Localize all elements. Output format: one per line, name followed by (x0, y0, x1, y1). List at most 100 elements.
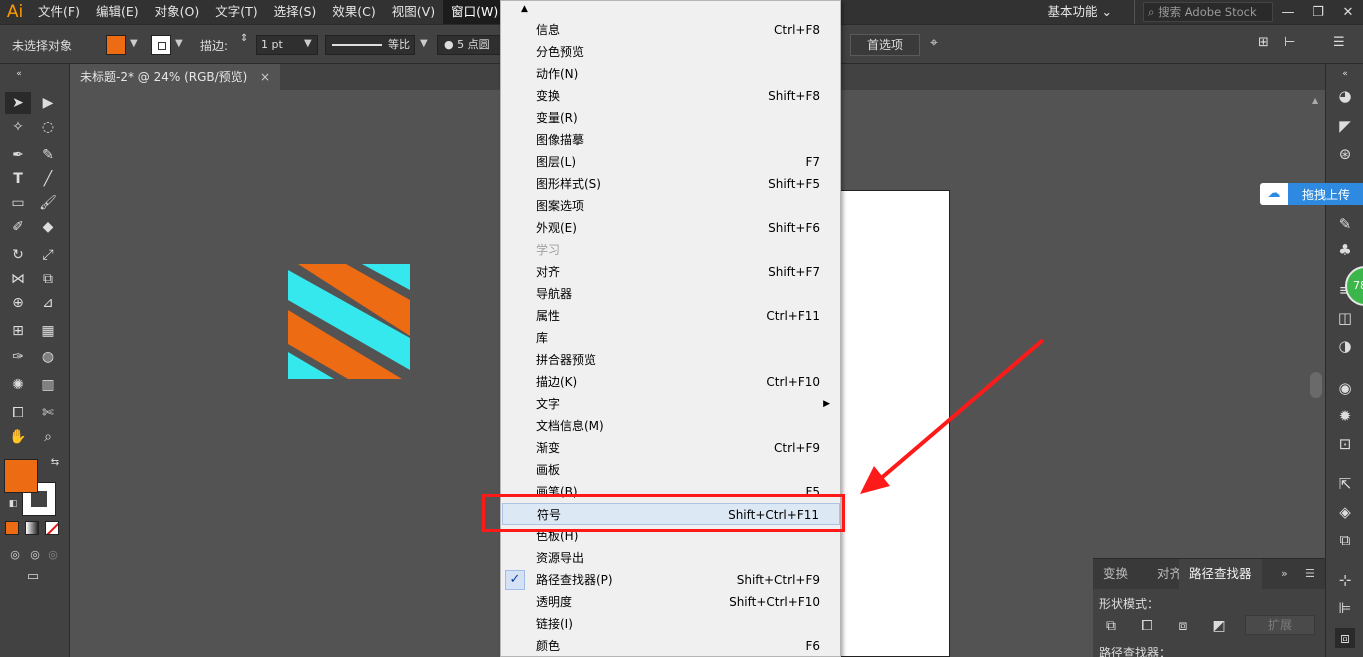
tab-pathfinder[interactable]: 路径查找器 (1179, 559, 1262, 589)
curvature-tool-icon[interactable]: ✎ (35, 144, 61, 166)
gradient-mode-button[interactable] (25, 521, 39, 535)
scroll-up-icon[interactable]: ▲ (521, 4, 528, 14)
color-panel-icon[interactable]: ◕ (1335, 86, 1355, 106)
minus-front-icon[interactable]: ⧠ (1138, 617, 1156, 635)
hand-tool-icon[interactable]: ✋ (5, 426, 31, 448)
brushes-panel-icon[interactable]: ✎ (1335, 214, 1355, 234)
stock-search-input[interactable]: ⌕ 搜索 Adobe Stock (1143, 2, 1273, 22)
close-icon[interactable]: × (260, 64, 270, 90)
menu-file[interactable]: 文件(F) (30, 0, 88, 24)
transparency-panel-icon[interactable]: ◑ (1335, 336, 1355, 356)
grid-icon[interactable]: ⊞ (1258, 35, 1269, 50)
symbols-panel-icon[interactable]: ♣ (1335, 240, 1355, 260)
width-tool-icon[interactable]: ⋈ (5, 268, 31, 290)
transform-icon[interactable]: ⌖ (930, 35, 938, 51)
color-guide-icon[interactable]: ◤ (1335, 116, 1355, 136)
preferences-button[interactable]: 首选项 (850, 34, 920, 56)
unite-icon[interactable]: ⧉ (1102, 617, 1120, 635)
none-mode-button[interactable] (45, 521, 59, 535)
restore-icon[interactable]: ❐ (1303, 5, 1333, 20)
menu-item-window-5[interactable]: 图像描摹 (502, 129, 840, 151)
tab-transform[interactable]: 变换 (1093, 559, 1138, 589)
menu-edit[interactable]: 编辑(E) (88, 0, 147, 24)
chevron-down-icon[interactable]: ▼ (175, 38, 183, 49)
menu-item-window-3[interactable]: 变换 Shift+F8 (502, 85, 840, 107)
draw-inside-icon[interactable]: ◎ (40, 544, 66, 566)
stroke-color-swatch[interactable] (151, 35, 171, 55)
document-tab[interactable]: 未标题-2* @ 24% (RGB/预览) × (70, 64, 280, 90)
scrollbar-thumb[interactable] (1310, 372, 1322, 398)
appearance-panel-icon[interactable]: ◉ (1335, 378, 1355, 398)
menu-item-window-11[interactable]: 对齐 Shift+F7 (502, 261, 840, 283)
artboard-tool-icon[interactable]: ⧠ (5, 402, 31, 424)
stepper-icon[interactable]: ⇕ (240, 33, 248, 44)
column-graph-tool-icon[interactable]: ▥ (35, 374, 61, 396)
magic-wand-tool-icon[interactable]: ✧ (5, 116, 31, 138)
perspective-grid-tool-icon[interactable]: ⊿ (35, 292, 61, 314)
brush-definition[interactable]: ● 5 点圆 (437, 35, 507, 55)
menu-item-window-15[interactable]: 拼合器预览 (502, 349, 840, 371)
variable-width-profile[interactable]: 等比 (325, 35, 415, 55)
artboards-panel-icon[interactable]: ⧉ (1335, 530, 1355, 550)
align-icon[interactable]: ⊢ (1284, 35, 1295, 50)
menu-item-window-7[interactable]: 图形样式(S) Shift+F5 (502, 173, 840, 195)
color-mode-button[interactable] (5, 521, 19, 535)
graphic-styles-icon[interactable]: ✹ (1335, 406, 1355, 426)
menu-item-window-14[interactable]: 库 (502, 327, 840, 349)
menu-item-window-12[interactable]: 导航器 (502, 283, 840, 305)
menu-item-window-24[interactable]: 资源导出 (502, 547, 840, 569)
paintbrush-tool-icon[interactable]: 🖌 (35, 192, 61, 214)
pathfinder-panel-icon[interactable]: ⧈ (1335, 628, 1355, 648)
selection-tool-icon[interactable]: ➤ (5, 92, 31, 114)
shape-builder-tool-icon[interactable]: ⊕ (5, 292, 31, 314)
free-transform-tool-icon[interactable]: ⧉ (35, 268, 61, 290)
gradient-tool-icon[interactable]: ▦ (35, 320, 61, 342)
minimize-icon[interactable]: — (1273, 5, 1303, 20)
color-themes-icon[interactable]: ⊛ (1335, 144, 1355, 164)
upload-widget[interactable]: ☁ 拖拽上传 (1260, 183, 1363, 205)
panel-menu-icon[interactable]: ☰ (1333, 35, 1345, 50)
close-window-icon[interactable]: ✕ (1333, 5, 1363, 20)
chevron-down-icon[interactable]: ▼ (420, 38, 428, 49)
menu-object[interactable]: 对象(O) (147, 0, 208, 24)
scale-tool-icon[interactable]: ⤢ (35, 244, 61, 266)
workspace-switcher[interactable]: 基本功能 ⌄ (1038, 0, 1135, 24)
menu-item-window-2[interactable]: 动作(N) (502, 63, 840, 85)
menu-item-window-6[interactable]: 图层(L) F7 (502, 151, 840, 173)
export-icon[interactable]: ⇱ (1335, 474, 1355, 494)
zoom-tool-icon[interactable]: ⌕ (35, 426, 61, 448)
menu-item-window-18[interactable]: 文档信息(M) (502, 415, 840, 437)
menu-item-window-27[interactable]: 链接(I) (502, 613, 840, 635)
exclude-icon[interactable]: ◩ (1210, 617, 1228, 635)
transform-panel-icon[interactable]: ⊹ (1335, 570, 1355, 590)
align-panel-icon[interactable]: ⊫ (1335, 598, 1355, 618)
swap-icon[interactable]: ⇆ (42, 456, 68, 470)
menu-item-window-4[interactable]: 变量(R) (502, 107, 840, 129)
eraser-tool-icon[interactable]: ◆ (35, 216, 61, 238)
collapse-icon[interactable]: « (6, 68, 32, 80)
menu-select[interactable]: 选择(S) (266, 0, 325, 24)
menu-item-window-9[interactable]: 外观(E) Shift+F6 (502, 217, 840, 239)
menu-item-window-16[interactable]: 描边(K) Ctrl+F10 (502, 371, 840, 393)
lasso-tool-icon[interactable]: ◌ (35, 116, 61, 138)
menu-item-window-1[interactable]: 分色预览 (502, 41, 840, 63)
menu-item-window-13[interactable]: 属性 Ctrl+F11 (502, 305, 840, 327)
gradient-panel-icon[interactable]: ◫ (1335, 308, 1355, 328)
menu-item-window-26[interactable]: 透明度 Shift+Ctrl+F10 (502, 591, 840, 613)
screen-mode-icon[interactable]: ▭ (20, 566, 46, 588)
menu-item-window-19[interactable]: 渐变 Ctrl+F9 (502, 437, 840, 459)
menu-window[interactable]: 窗口(W) (443, 0, 507, 24)
fill-color-swatch[interactable] (106, 35, 126, 55)
rotate-tool-icon[interactable]: ↻ (5, 244, 31, 266)
pen-tool-icon[interactable]: ✒ (5, 144, 31, 166)
menu-type[interactable]: 文字(T) (207, 0, 265, 24)
asset-export-icon[interactable]: ⊡ (1335, 434, 1355, 454)
menu-view[interactable]: 视图(V) (384, 0, 443, 24)
menu-item-window-17[interactable]: 文字 ▶ (502, 393, 840, 415)
symbol-sprayer-tool-icon[interactable]: ✺ (5, 374, 31, 396)
artboard[interactable] (840, 190, 950, 657)
shaper-tool-icon[interactable]: ✐ (5, 216, 31, 238)
default-colors-icon[interactable]: ◧ (0, 498, 26, 510)
direct-selection-tool-icon[interactable]: ▶ (35, 92, 61, 114)
eyedropper-tool-icon[interactable]: ✑ (5, 346, 31, 368)
